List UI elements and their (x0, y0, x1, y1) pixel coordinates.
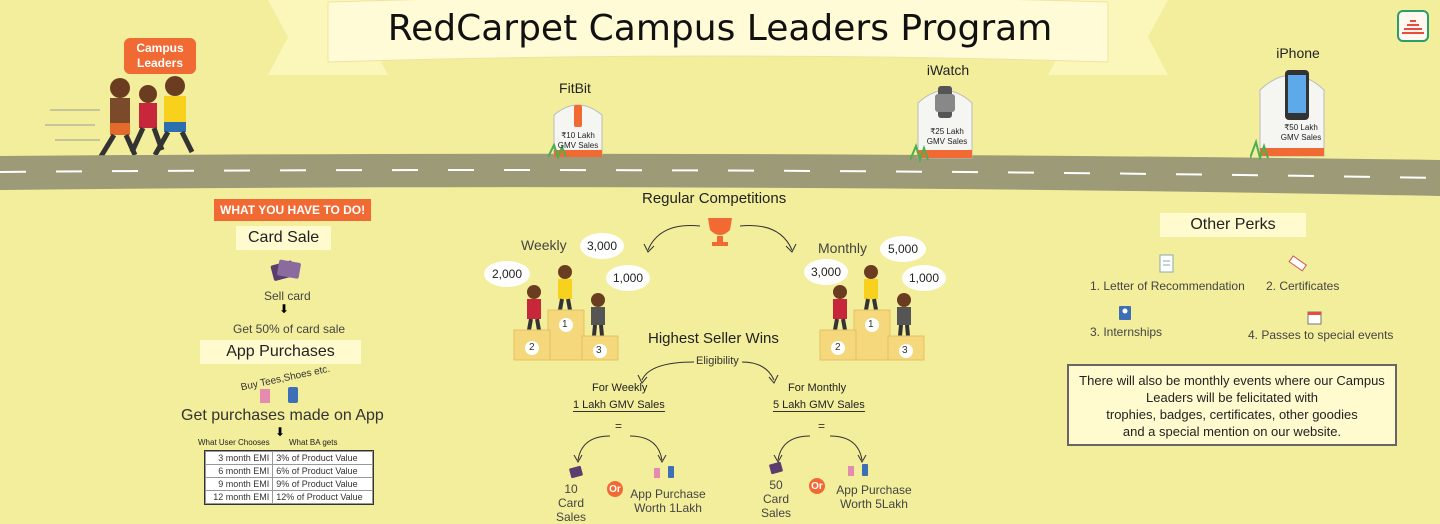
stone-line: ₹50 Lakh (1284, 123, 1318, 132)
emi-plan: 12 month EMI (204, 490, 274, 504)
iphone-stone-text: ₹50 Lakh GMV Sales (1276, 123, 1326, 143)
table-row: 6 month EMI 6% of Product Value (204, 464, 373, 478)
id-badge-icon (1119, 306, 1131, 320)
bubble-line: Leaders (136, 56, 184, 70)
emi-plan: 6 month EMI (204, 464, 274, 478)
option-line: App Purchase (836, 483, 912, 497)
document-icon (1159, 254, 1174, 273)
note-line: Leaders will be felicitated with (1146, 390, 1318, 405)
emi-reward: 9% of Product Value (272, 477, 373, 491)
certificate-icon (1288, 255, 1307, 272)
weekly-app-option: App Purchase Worth 1Lakh (630, 487, 706, 515)
iwatch-milestone-stone (910, 86, 973, 163)
option-line: Worth 5Lakh (840, 497, 908, 511)
monthly-first-prize: 5,000 (880, 236, 926, 262)
card-icon (270, 259, 301, 281)
monthly-podium-2: 2 (835, 342, 841, 353)
campus-leaders-bubble: Campus Leaders (124, 38, 196, 74)
monthly-or-badge: Or (809, 478, 825, 494)
emi-plan: 3 month EMI (204, 451, 274, 465)
option-line: 50 Card (762, 478, 789, 506)
get-purchases-text: Get purchases made on App (181, 407, 384, 424)
fitbit-stone-text: ₹10 Lakh GMV Sales (553, 131, 603, 151)
bubble-line: Campus (136, 41, 184, 55)
iphone-milestone-stone (1250, 70, 1325, 160)
stone-line: GMV Sales (926, 137, 968, 146)
trophy-arrows (643, 218, 797, 253)
perk-internships: 3. Internships (1090, 325, 1163, 339)
page-title: RedCarpet Campus Leaders Program (387, 8, 1053, 49)
stone-line: GMV Sales (1280, 133, 1322, 142)
perk-letter: 1. Letter of Recommendation (1090, 279, 1245, 293)
weekly-podium (513, 265, 619, 361)
monthly-podium-3: 3 (902, 345, 908, 356)
stone-line: ₹10 Lakh (561, 131, 595, 140)
other-perks-title: Other Perks (1160, 213, 1306, 237)
card-sale-reward-text: Get 50% of card sale (233, 322, 346, 336)
weekly-podium-1: 1 (562, 319, 568, 330)
milestone-iwatch-label: iWatch (926, 62, 970, 78)
table-row: 3 month EMI 3% of Product Value (204, 451, 373, 465)
emi-plan: 9 month EMI (204, 477, 274, 491)
option-line: 10 Card (557, 482, 584, 510)
monthly-podium (819, 265, 925, 361)
note-line: and a special mention on our website. (1122, 424, 1342, 439)
monthly-card-option: 50 Card Sales (756, 478, 796, 520)
milestone-iphone-label: iPhone (1276, 45, 1320, 61)
weekly-podium-3: 3 (596, 345, 602, 356)
emi-reward: 12% of Product Value (272, 490, 373, 504)
monthly-podium-1: 1 (868, 319, 874, 330)
highest-seller-wins-title: Highest Seller Wins (648, 330, 779, 347)
for-weekly-label: For Weekly (592, 382, 648, 394)
note-line: trophies, badges, certificates, other go… (1106, 407, 1358, 422)
emi-col-header-ba: What BA gets (289, 438, 338, 447)
table-row: 12 month EMI 12% of Product Value (204, 490, 373, 504)
trophy-icon (708, 218, 732, 246)
card-icon (569, 465, 583, 479)
weekly-label: Weekly (521, 237, 567, 253)
emi-reward: 3% of Product Value (272, 451, 373, 465)
monthly-app-option: App Purchase Worth 5Lakh (836, 483, 912, 511)
stone-line: ₹25 Lakh (930, 127, 964, 136)
redcarpet-logo-button[interactable] (1397, 10, 1429, 42)
app-purchases-title: App Purchases (200, 340, 361, 364)
emi-reward: 6% of Product Value (272, 464, 373, 478)
weekly-podium-2: 2 (529, 342, 535, 353)
iwatch-stone-text: ₹25 Lakh GMV Sales (922, 127, 972, 147)
emi-col-header-user: What User Chooses (198, 438, 270, 447)
milestone-fitbit-label: FitBit (559, 80, 591, 96)
monthly-events-note: There will also be monthly events where … (1067, 364, 1397, 446)
shopping-icons (654, 466, 674, 478)
sell-card-text: Sell card (264, 289, 311, 303)
stone-line: GMV Sales (557, 141, 599, 150)
weekly-card-option: 10 Card Sales (551, 482, 591, 524)
arrow-down-icon: ⬇ (275, 425, 286, 439)
table-row: 9 month EMI 9% of Product Value (204, 477, 373, 491)
perk-passes: 4. Passes to special events (1248, 328, 1394, 342)
option-line: Sales (760, 506, 792, 520)
shopping-icons (848, 464, 868, 476)
regular-competitions-title: Regular Competitions (642, 190, 787, 207)
option-line: Worth 1Lakh (634, 501, 702, 515)
card-sale-title: Card Sale (236, 226, 332, 250)
option-line: App Purchase (630, 487, 706, 501)
weekly-or-badge: Or (607, 481, 623, 497)
shopping-icons (260, 387, 298, 403)
what-you-have-to-do-heading: WHAT YOU HAVE TO DO! (214, 199, 372, 221)
card-icon (769, 461, 783, 475)
stairs-icon (1402, 20, 1424, 34)
weekly-split-arrows (573, 435, 667, 464)
weekly-first-prize: 3,000 (580, 233, 624, 259)
monthly-label: Monthly (818, 240, 868, 256)
arrow-down-icon: ⬇ (279, 302, 290, 316)
monthly-requirement: 5 Lakh GMV Sales (773, 399, 865, 412)
perk-certificates: 2. Certificates (1266, 279, 1340, 293)
option-line: Sales (555, 510, 587, 524)
for-monthly-label: For Monthly (788, 382, 847, 394)
calendar-icon (1307, 311, 1322, 325)
emi-table: 3 month EMI 3% of Product Value 6 month E… (204, 450, 374, 505)
weekly-requirement: 1 Lakh GMV Sales (573, 399, 665, 412)
note-line: There will also be monthly events where … (1079, 373, 1385, 388)
